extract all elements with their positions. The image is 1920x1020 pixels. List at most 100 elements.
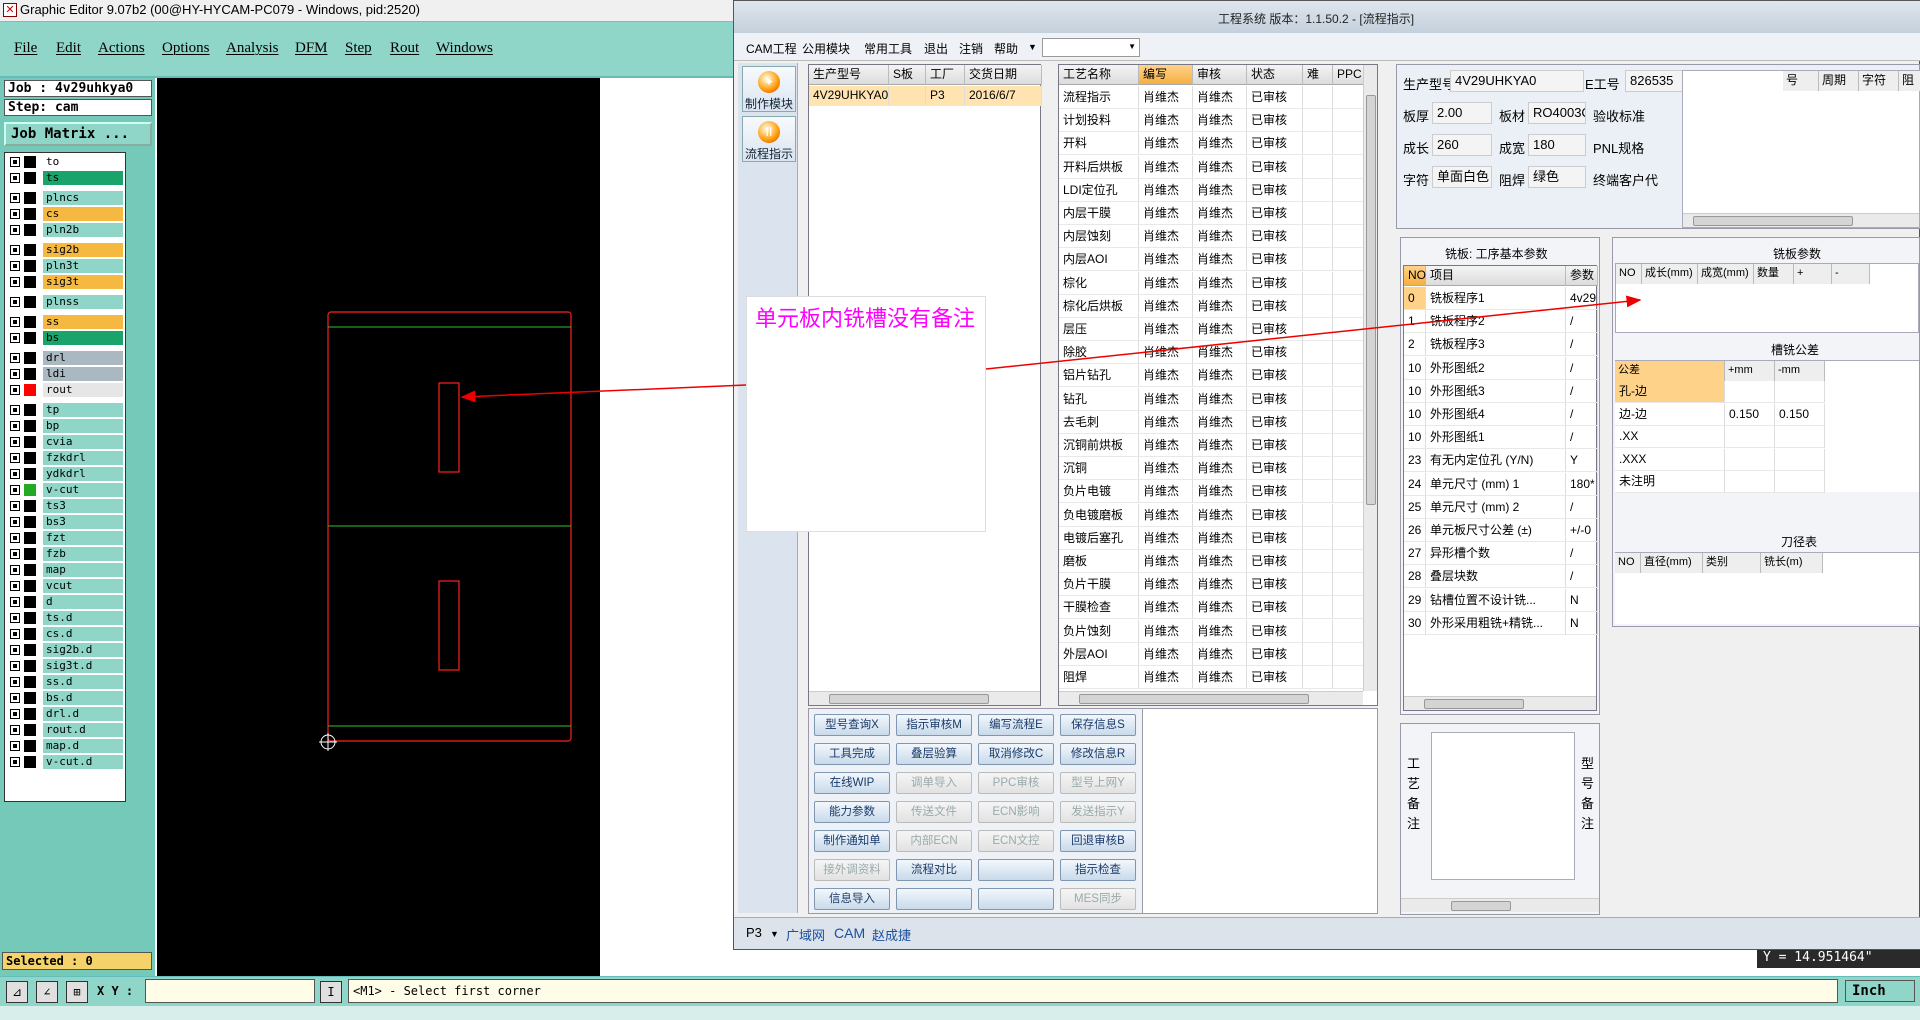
action-button[interactable]: 在线WIP xyxy=(814,772,890,794)
layer-color-swatch[interactable] xyxy=(24,352,36,364)
table-row[interactable]: 棕化 肖维杰 肖维杰 已审核 xyxy=(1059,271,1365,295)
layer-checkbox[interactable] xyxy=(10,157,20,167)
graphic-canvas[interactable] xyxy=(157,78,600,976)
table-row[interactable]: 10 外形图纸4/ xyxy=(1404,403,1598,426)
units-button[interactable]: Inch xyxy=(1845,980,1915,1002)
layer-row[interactable]: ts.d xyxy=(7,611,125,625)
layer-checkbox[interactable] xyxy=(10,581,20,591)
action-button[interactable]: 编写流程E xyxy=(978,714,1054,736)
table-row[interactable]: 10 外形图纸1/ xyxy=(1404,426,1598,450)
layer-checkbox[interactable] xyxy=(10,597,20,607)
table-row[interactable]: 电镀后塞孔 肖维杰 肖维杰 已审核 xyxy=(1059,526,1365,550)
layer-checkbox[interactable] xyxy=(10,369,20,379)
action-button[interactable]: 工具完成 xyxy=(814,743,890,765)
layer-name[interactable]: v-cut.d xyxy=(43,755,123,769)
snap-icon[interactable]: ⊿ xyxy=(6,981,28,1003)
layer-color-swatch[interactable] xyxy=(24,452,36,464)
layer-row[interactable]: pln3t xyxy=(7,259,125,273)
horizontal-scrollbar[interactable] xyxy=(1401,898,1599,912)
table-row[interactable]: 计划投料 肖维杰 肖维杰 已审核 xyxy=(1059,109,1365,133)
horizontal-scrollbar[interactable] xyxy=(1404,696,1596,710)
layer-row[interactable]: bp xyxy=(7,419,125,433)
layer-row[interactable]: ldi xyxy=(7,367,125,381)
table-row[interactable]: 未注明 xyxy=(1615,471,1825,493)
col-header[interactable]: NO xyxy=(1615,553,1641,573)
layer-name[interactable]: vcut xyxy=(43,579,123,593)
layer-checkbox[interactable] xyxy=(10,317,20,327)
table-row[interactable]: 24 单元尺寸 (mm) 1 180* xyxy=(1404,472,1598,496)
layer-color-swatch[interactable] xyxy=(24,296,36,308)
layer-row[interactable]: fzb xyxy=(7,547,125,561)
table-row[interactable]: 29 钻槽位置不设计铣... N xyxy=(1404,588,1598,612)
layer-checkbox[interactable] xyxy=(10,297,20,307)
layer-color-swatch[interactable] xyxy=(24,756,36,768)
layer-name[interactable]: drl.d xyxy=(43,707,123,721)
layer-row[interactable]: ydkdrl xyxy=(7,467,125,481)
layer-checkbox[interactable] xyxy=(10,725,20,735)
menu-analysis[interactable]: Analysis xyxy=(226,40,279,57)
layer-row[interactable]: plnss xyxy=(7,295,125,309)
layer-name[interactable]: ts xyxy=(43,171,123,185)
layer-color-swatch[interactable] xyxy=(24,596,36,608)
action-button[interactable]: 调单导入 xyxy=(896,772,972,794)
layer-checkbox[interactable] xyxy=(10,333,20,343)
layer-row[interactable]: sig2b xyxy=(7,243,125,257)
table-row[interactable]: 干膜检查 肖维杰 肖维杰 已审核 xyxy=(1059,596,1365,620)
action-button[interactable] xyxy=(978,859,1054,881)
horizontal-scrollbar[interactable] xyxy=(1059,691,1363,705)
layer-checkbox[interactable] xyxy=(10,613,20,623)
layer-row[interactable]: cvia xyxy=(7,435,125,449)
grid-icon[interactable]: ⊞ xyxy=(66,981,88,1003)
action-button[interactable]: MES同步 xyxy=(1060,888,1136,910)
layer-color-swatch[interactable] xyxy=(24,316,36,328)
layer-color-swatch[interactable] xyxy=(24,724,36,736)
layer-name[interactable]: fzkdrl xyxy=(43,451,123,465)
table-row[interactable]: 23 有无内定位孔 (Y/N) Y xyxy=(1404,449,1598,473)
layer-color-swatch[interactable] xyxy=(24,740,36,752)
table-row[interactable]: 2 铣板程序3/ xyxy=(1404,333,1598,357)
col-header[interactable]: 生产型号 xyxy=(809,65,889,85)
layer-color-swatch[interactable] xyxy=(24,548,36,560)
table-row[interactable]: LDI定位孔 肖维杰 肖维杰 已审核 xyxy=(1059,178,1365,202)
erp-menu-cam[interactable]: CAM工程 xyxy=(746,40,797,57)
table-row[interactable]: 26 单元板尺寸公差 (±) +/-0 xyxy=(1404,519,1598,542)
layer-checkbox[interactable] xyxy=(10,757,20,767)
layer-row[interactable]: plncs xyxy=(7,191,125,205)
action-button[interactable]: ECN文控 xyxy=(978,830,1054,852)
vertical-scrollbar[interactable] xyxy=(1363,65,1377,691)
remove-column-button[interactable]: - xyxy=(1832,264,1870,284)
layer-name[interactable]: bp xyxy=(43,419,123,433)
erp-menu-help[interactable]: 帮助 xyxy=(994,40,1018,57)
layer-name[interactable]: pln3t xyxy=(43,259,123,273)
layer-row[interactable]: rout xyxy=(7,383,125,397)
col-header[interactable]: S板 xyxy=(889,65,926,85)
table-row[interactable]: .XX xyxy=(1615,426,1825,448)
process-flow-button[interactable]: ⅠⅠ 流程指示 xyxy=(742,116,796,162)
table-row[interactable]: 4V29UHKYA0 P3 2016/6/7 xyxy=(809,86,1042,106)
col-header[interactable]: 项目 xyxy=(1426,266,1566,286)
layer-checkbox[interactable] xyxy=(10,353,20,363)
col-header[interactable]: 号 xyxy=(1783,71,1819,91)
action-button[interactable]: 内部ECN xyxy=(896,830,972,852)
col-header[interactable]: 状态 xyxy=(1247,65,1303,85)
layer-color-swatch[interactable] xyxy=(24,532,36,544)
make-module-button[interactable]: ✦ 制作模块 xyxy=(742,66,796,112)
layer-name[interactable]: d xyxy=(43,595,123,609)
layer-checkbox[interactable] xyxy=(10,261,20,271)
table-row[interactable]: 除胶 肖维杰 肖维杰 已审核 xyxy=(1059,341,1365,365)
table-row[interactable]: 内层AOI 肖维杰 肖维杰 已审核 xyxy=(1059,248,1365,272)
table-row[interactable]: .XXX xyxy=(1615,448,1825,471)
layer-name[interactable]: fzb xyxy=(43,547,123,561)
layer-row[interactable]: ts xyxy=(7,171,125,185)
layer-color-swatch[interactable] xyxy=(24,676,36,688)
action-button[interactable]: 发送指示Y xyxy=(1060,801,1136,823)
layer-row[interactable]: sig3t xyxy=(7,275,125,289)
chevron-down-icon[interactable]: ▼ xyxy=(1028,42,1037,52)
layer-checkbox[interactable] xyxy=(10,661,20,671)
layer-name[interactable]: to xyxy=(43,155,123,169)
col-header[interactable]: 字符 xyxy=(1859,71,1899,91)
menu-actions[interactable]: Actions xyxy=(98,40,145,57)
col-header[interactable]: 阻 xyxy=(1899,71,1920,91)
table-row[interactable]: 孔-边 xyxy=(1615,381,1825,403)
col-header[interactable]: 成长(mm) xyxy=(1642,264,1698,284)
